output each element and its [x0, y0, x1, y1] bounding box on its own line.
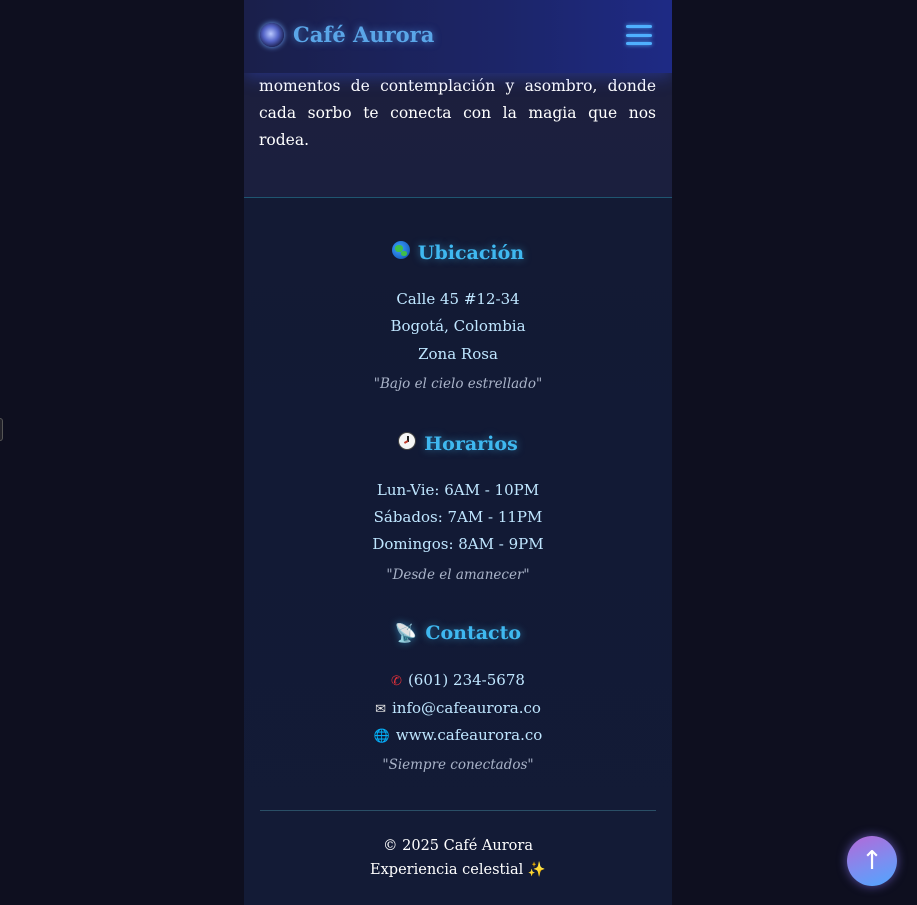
location-address: Calle 45 #12-34 [396, 290, 520, 308]
contact-phone-text: (601) 234-5678 [407, 671, 525, 689]
hours-heading: Horarios [244, 432, 672, 455]
contact-email[interactable]: ✉ info@cafeaurora.co [244, 699, 672, 717]
globe-icon [391, 241, 410, 264]
footer-divider [260, 810, 656, 811]
hours-sunday: Domingos: 8AM - 9PM [372, 535, 544, 553]
footer-tagline: Experiencia celestial ✨ [370, 862, 546, 878]
contact-title: Contacto [425, 622, 522, 644]
location-city: Bogotá, Colombia [390, 317, 526, 335]
footer-copyright: © 2025 Café Aurora [383, 838, 533, 854]
contact-website[interactable]: 🌐 www.cafeaurora.co [244, 726, 672, 744]
satellite-dish-icon: 📡 [394, 622, 418, 644]
location-title: Ubicación [417, 241, 525, 264]
galaxy-icon [260, 22, 284, 47]
web-globe-icon: 🌐 [373, 729, 390, 744]
intro-section: momentos de contemplación y asombro, don… [244, 60, 672, 198]
hours-weekdays: Lun-Vie: 6AM - 10PM [376, 481, 540, 499]
intro-text: momentos de contemplación y asombro, don… [259, 77, 656, 149]
contact-quote: "Siempre conectados" [382, 757, 534, 773]
scroll-to-top-button[interactable]: ↑ [847, 836, 897, 886]
arrow-up-icon: ↑ [861, 846, 883, 876]
contact-heading: 📡 Contacto [244, 622, 672, 644]
contact-phone[interactable]: ✆ (601) 234-5678 [244, 671, 672, 689]
phone-icon: ✆ [391, 674, 402, 689]
hours-saturday: Sábados: 7AM - 11PM [373, 508, 543, 526]
site-header: Café Aurora [244, 0, 672, 73]
contact-website-text: www.cafeaurora.co [395, 726, 543, 744]
contact-email-text: info@cafeaurora.co [391, 699, 541, 717]
brand[interactable]: Café Aurora [260, 22, 434, 47]
envelope-icon: ✉ [375, 702, 386, 717]
side-scroll-tab[interactable] [0, 418, 3, 441]
location-heading: Ubicación [244, 241, 672, 264]
hours-quote: "Desde el amanecer" [386, 567, 530, 583]
location-zone: Zona Rosa [418, 345, 498, 363]
page-container: momentos de contemplación y asombro, don… [244, 0, 672, 905]
hours-title: Horarios [424, 432, 518, 455]
hamburger-menu-icon[interactable] [626, 22, 652, 48]
location-quote: "Bajo el cielo estrellado" [373, 376, 543, 392]
clock-icon [398, 432, 417, 455]
brand-name: Café Aurora [293, 22, 435, 47]
